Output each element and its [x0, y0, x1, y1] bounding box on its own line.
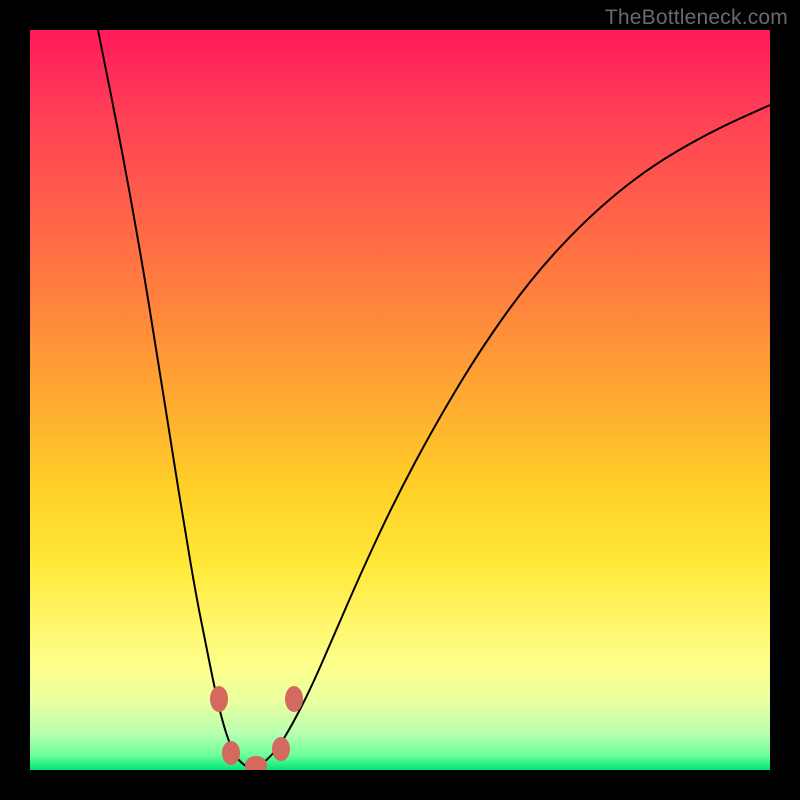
chart-frame: TheBottleneck.com	[0, 0, 800, 800]
curve-marker	[210, 686, 228, 712]
chart-svg	[30, 30, 770, 770]
bottleneck-curve-right	[247, 105, 770, 767]
curve-marker	[272, 737, 290, 761]
curve-marker	[222, 741, 240, 765]
plot-area	[30, 30, 770, 770]
watermark-text: TheBottleneck.com	[605, 6, 788, 30]
curve-marker	[245, 756, 267, 770]
bottleneck-curve-left	[98, 30, 247, 767]
curve-marker	[285, 686, 303, 712]
